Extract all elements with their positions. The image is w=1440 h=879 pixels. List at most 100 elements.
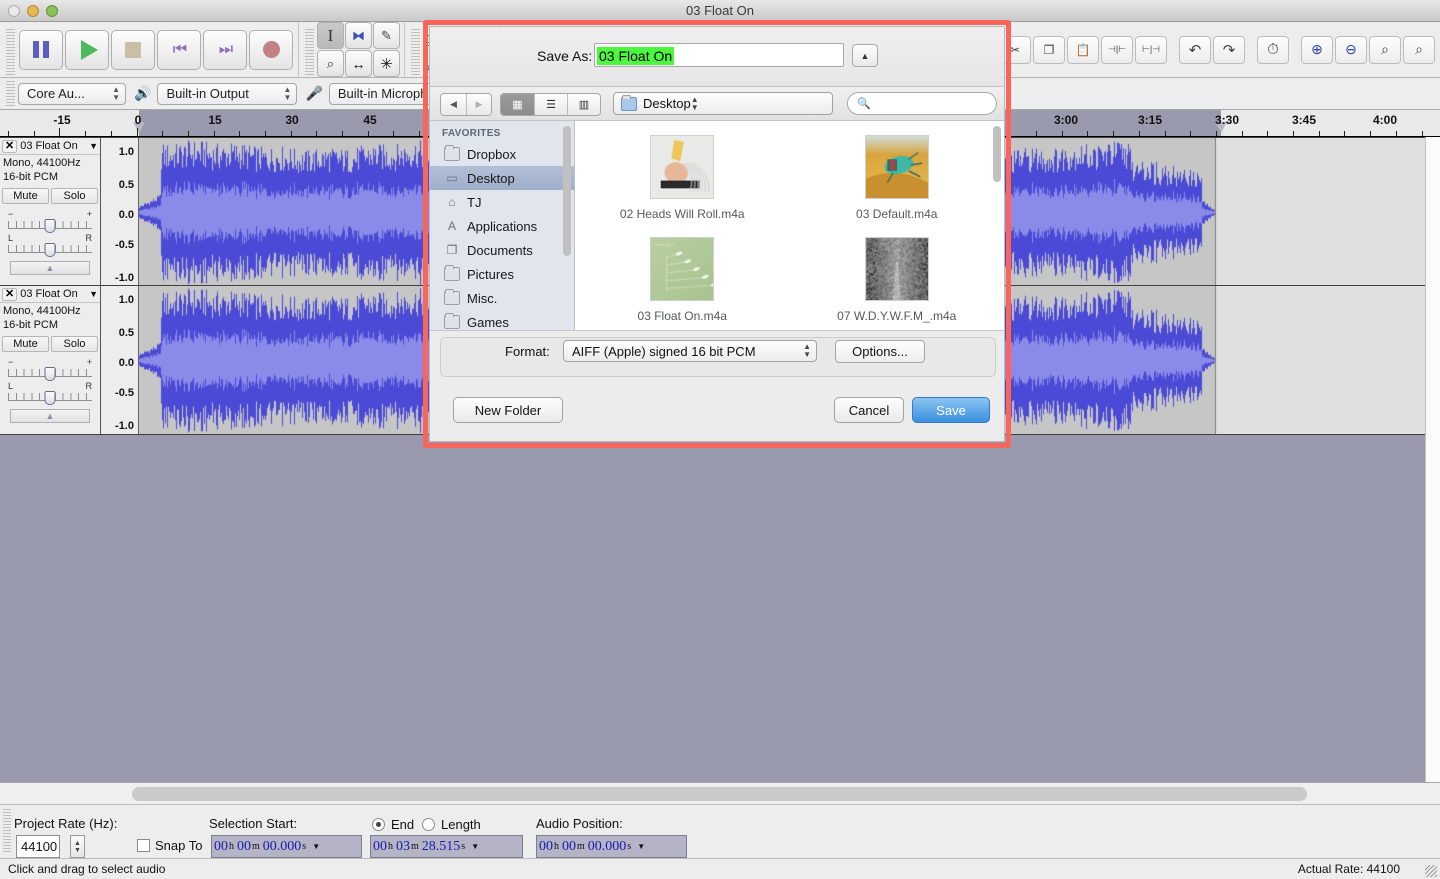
fit-project-icon: ⌕ [1415,41,1423,58]
selection-start-value[interactable]: 00h 00m 00.000s ▼ [211,835,362,858]
redo-button[interactable]: ↷ [1213,36,1245,64]
close-track-button[interactable]: ✕ [2,288,17,301]
audio-host-value: Core Au... [27,86,85,101]
envelope-tool[interactable]: ⧓ [345,22,372,49]
collapse-track-button[interactable]: ▲ [10,409,90,423]
chevron-down-icon[interactable]: ▼ [312,842,320,851]
draw-tool[interactable]: ✎ [373,22,400,49]
project-rate-stepper[interactable]: ▲▼ [70,835,85,858]
gain-min-label: − [8,210,13,218]
vertical-ruler-label: 0.5 [119,327,134,339]
pan-slider-thumb[interactable] [45,243,56,257]
gain-slider[interactable]: − + [8,358,92,380]
silence-button[interactable]: ⊢|⊣ [1135,36,1167,64]
ruler-tick [1396,131,1397,136]
project-rate-input[interactable]: 44100 [16,835,60,858]
chevron-down-icon[interactable]: ▼ [89,289,98,299]
skip-start-button[interactable]: ⏮ [157,30,201,70]
snap-to-label: Snap To [155,838,202,853]
undo-button[interactable]: ↶ [1179,36,1211,64]
mute-button[interactable]: Mute [2,336,49,352]
snap-to-checkbox[interactable] [137,837,150,852]
selection-end-value[interactable]: 00h 03m 28.515s ▼ [370,835,523,858]
vertical-ruler[interactable]: 1.00.50.0-0.5-1.0 [101,138,139,285]
horizontal-scrollbar[interactable] [0,782,1440,804]
chevron-updown-icon: ▲▼ [284,86,292,102]
close-track-button[interactable]: ✕ [2,140,17,153]
multi-tool[interactable]: ✳ [373,50,400,77]
undo-icon: ↶ [1189,41,1202,59]
transport-toolbar-grip[interactable] [6,29,15,75]
vertical-ruler[interactable]: 1.00.50.0-0.5-1.0 [101,286,139,434]
highlight-frame [423,20,1011,448]
transport-toolbar: ⏮ ⏭ [0,22,299,77]
ruler-tick [34,131,35,136]
skip-end-button[interactable]: ⏭ [203,30,247,70]
track-name-label: 03 Float On [20,288,86,300]
horizontal-scrollbar-thumb[interactable] [132,787,1307,801]
zoom-tool[interactable]: ⌕ [317,50,344,77]
chevron-updown-icon: ▲▼ [112,86,120,102]
end-radio[interactable] [372,816,385,831]
tools-toolbar-grip[interactable] [305,29,314,75]
output-device-dropdown[interactable]: Built-in Output ▲▼ [157,83,297,105]
ruler-tick [85,131,86,136]
chevron-down-icon[interactable]: ▼ [637,842,645,851]
stop-button[interactable] [111,30,155,70]
pan-left-label: L [8,234,13,242]
resize-grip[interactable] [1425,865,1437,877]
pan-slider[interactable]: L R [8,382,92,404]
gain-slider-thumb[interactable] [45,367,56,381]
seconds-unit: s [302,841,306,852]
selection-toolbar-grip[interactable] [3,809,11,853]
ruler-tick [1242,131,1243,136]
vertical-ruler-label: 0.5 [119,179,134,191]
i-beam-icon: I [328,26,334,46]
length-radio[interactable] [422,816,435,831]
vertical-scrollbar[interactable] [1425,137,1440,782]
chevron-down-icon[interactable]: ▼ [471,842,479,851]
trim-button[interactable]: ⊣|⊢ [1101,36,1133,64]
zoom-out-button[interactable]: ⊖ [1335,36,1367,64]
record-button[interactable] [249,30,293,70]
status-bar: Click and drag to select audio Actual Ra… [0,858,1440,879]
zoom-in-button[interactable]: ⊕ [1301,36,1333,64]
chevron-down-icon[interactable]: ▼ [89,141,98,151]
ruler-tick-label: 0 [135,113,142,127]
solo-button[interactable]: Solo [51,336,98,352]
ruler-tick-label: 15 [208,113,221,127]
audio-host-dropdown[interactable]: Core Au... ▲▼ [18,83,126,105]
ruler-tick [291,131,292,136]
device-toolbar-grip[interactable] [6,81,15,107]
mute-button[interactable]: Mute [2,188,49,204]
collapse-track-button[interactable]: ▲ [10,261,90,275]
timeshift-tool[interactable]: ↔ [345,50,372,77]
solo-button[interactable]: Solo [51,188,98,204]
radio-circle [372,818,385,831]
fit-project-button[interactable]: ⌕ [1403,36,1435,64]
ruler-tick [1267,131,1268,136]
copy-button[interactable]: ❐ [1033,36,1065,64]
paste-button[interactable]: 📋 [1067,36,1099,64]
track-control-panel[interactable]: ✕ 03 Float On ▼ Mono, 44100Hz 16-bit PCM… [0,286,101,434]
gain-slider[interactable]: − + [8,210,92,232]
pan-slider-thumb[interactable] [45,391,56,405]
timer-record-button[interactable]: ⏱ [1257,36,1289,64]
ruler-tick [1293,131,1294,136]
pause-button[interactable] [19,30,63,70]
window-title: 03 Float On [0,3,1440,18]
pan-slider[interactable]: L R [8,234,92,256]
selection-start-label: Selection Start: [209,816,297,831]
gain-slider-thumb[interactable] [45,219,56,233]
track-control-panel[interactable]: ✕ 03 Float On ▼ Mono, 44100Hz 16-bit PCM… [0,138,101,285]
selection-tool[interactable]: I [317,22,344,49]
ruler-tick [393,131,394,136]
meter-toolbar-grip[interactable] [411,29,420,75]
fit-selection-button[interactable]: ⌕ [1369,36,1401,64]
play-button[interactable] [65,30,109,70]
ruler-tick [214,131,215,136]
vertical-ruler-label: -0.5 [115,387,134,399]
audio-position-value[interactable]: 00h 00m 00.000s ▼ [536,835,687,858]
envelope-icon: ⧓ [352,28,365,44]
scissors-icon: ✂ [1010,43,1020,57]
